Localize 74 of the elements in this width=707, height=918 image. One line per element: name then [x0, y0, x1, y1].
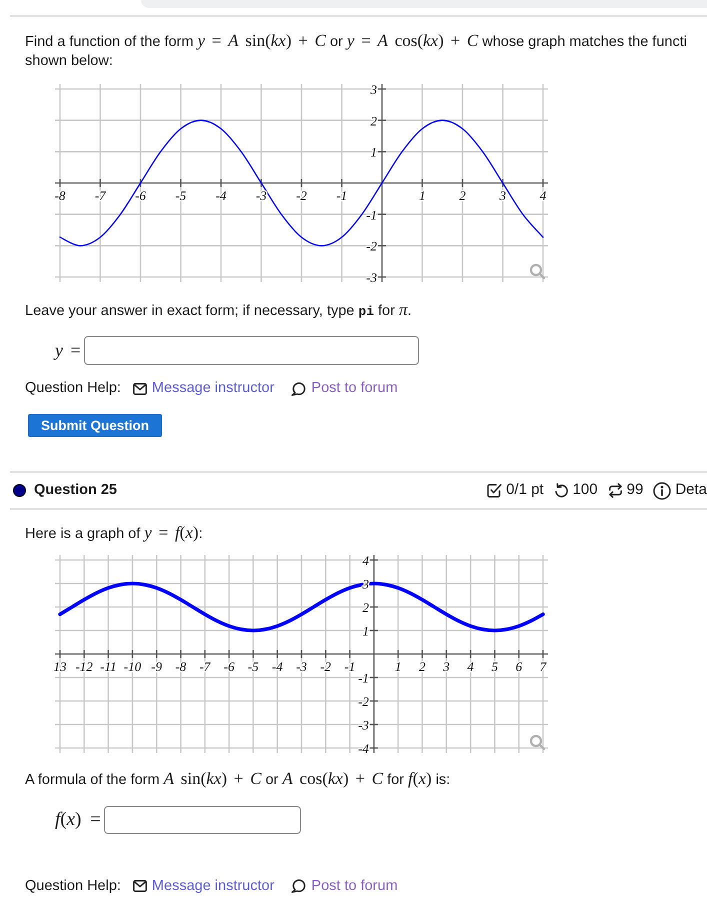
tick-label: 2 [370, 113, 377, 128]
tick-label: -5 [248, 659, 259, 674]
counterclockwise-arrow-icon [554, 483, 569, 498]
score-text: 0/1 pt [506, 480, 544, 500]
tick-label: 6 [516, 659, 522, 674]
forum-link[interactable]: Post to forum [291, 876, 398, 896]
instruction-text: A formula of the form A sin(kx) + C or A cos(kx) + C for f(x) is: [25, 769, 452, 790]
question-title: Question 25 [34, 480, 117, 500]
tick-label: -4 [216, 188, 226, 203]
tick-label: -2 [320, 659, 332, 674]
tick-label: 5 [491, 659, 498, 674]
tick-label: -3 [256, 188, 267, 203]
envelope-icon[interactable] [132, 880, 147, 892]
speech-bubble-icon[interactable] [291, 382, 306, 396]
tick-label: -3 [366, 270, 377, 285]
tick-label: -1 [358, 670, 369, 686]
tick-label: 2 [419, 659, 426, 674]
tick-label: -6 [224, 659, 234, 674]
retries-count: 99 [626, 480, 644, 500]
help-label: Question Help: [25, 876, 121, 896]
tick-label: -8 [175, 659, 186, 674]
tick-label: 13 [54, 659, 66, 674]
tick-label: -1 [344, 659, 356, 674]
tick-label: -8 [54, 188, 66, 203]
tick-label: -6 [135, 188, 146, 203]
question-text: Here is a graph of y = f(x): [25, 523, 204, 544]
tick-label: -10 [124, 659, 142, 674]
tick-label: -4 [358, 741, 369, 756]
tick-label: -2 [296, 188, 307, 203]
checkbox-tick-icon [487, 483, 502, 498]
tick-label: 4 [362, 553, 369, 568]
equation-label: y = [55, 339, 81, 362]
tick-label: -7 [199, 659, 210, 674]
details-link[interactable]: Deta [675, 479, 707, 502]
tick-label: -1 [336, 188, 348, 203]
message-link[interactable]: Message instructor [132, 379, 274, 398]
attempts-count: 100 [572, 480, 598, 500]
answer-field[interactable] [104, 806, 301, 834]
tick-label: -3 [358, 718, 369, 733]
tick-label: 2 [459, 188, 466, 203]
tick-label: 7 [540, 659, 546, 674]
tick-label: 3 [370, 82, 377, 97]
tick-label: 1 [419, 188, 426, 203]
tick-label: -4 [272, 659, 283, 674]
tick-label: 4 [540, 188, 546, 203]
equation-label: f(x) = [55, 808, 101, 832]
tick-label: -2 [358, 694, 369, 710]
tick-label: -1 [366, 207, 377, 222]
tick-label: 1 [370, 144, 377, 160]
tick-label: 2 [362, 600, 369, 616]
tick-label: -11 [100, 659, 116, 674]
status-dot-icon [13, 484, 26, 498]
instruction-text: Leave your answer in exact form; if necessary, type pi for π. [25, 300, 413, 321]
info-icon[interactable] [653, 482, 672, 500]
repeat-arrows-icon [608, 483, 623, 498]
forum-link[interactable]: Post to forum [291, 379, 398, 398]
tick-label: -3 [296, 659, 307, 674]
tick-label: 4 [467, 659, 474, 674]
answer-field[interactable] [84, 336, 419, 365]
tick-label: -9 [151, 659, 162, 674]
envelope-icon[interactable] [132, 382, 147, 394]
tick-label: 1 [362, 624, 369, 639]
question-text: Find a function of the form y = A sin(kx) + C or y = A cos(kx) + C whose graph matches the functi shown below: [25, 31, 688, 71]
tick-label: -5 [175, 188, 186, 203]
tick-label: 3 [443, 659, 450, 674]
submit-button[interactable]: Submit Question [28, 414, 162, 437]
speech-bubble-icon[interactable] [291, 879, 306, 894]
message-link[interactable]: Message instructor [132, 876, 274, 896]
tick-label: -2 [366, 238, 377, 254]
tick-label: 3 [500, 188, 506, 203]
tick-label: -12 [75, 659, 93, 674]
help-label: Question Help: [25, 379, 121, 398]
tick-label: 1 [394, 659, 402, 674]
tick-label: -7 [94, 188, 106, 203]
